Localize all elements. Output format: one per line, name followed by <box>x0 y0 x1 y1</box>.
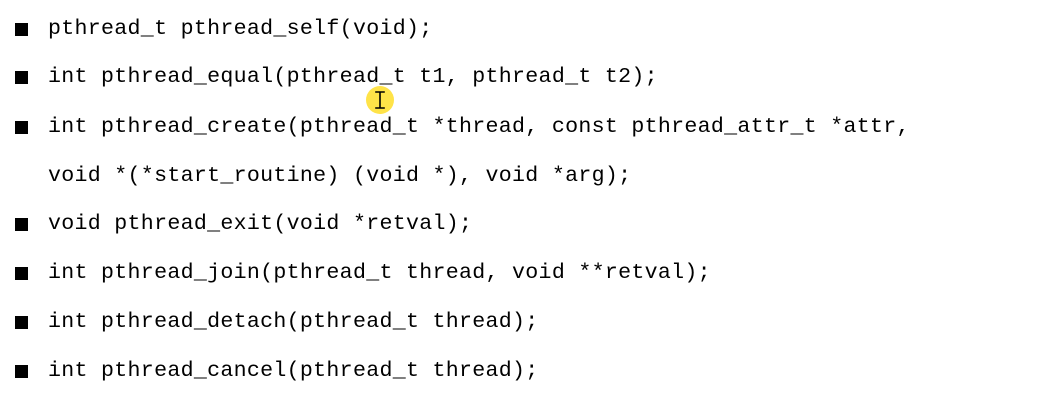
list-item: int pthread_join(pthread_t thread, void … <box>0 256 1045 290</box>
signature-text: int pthread_equal(pthread_t t1, pthread_… <box>48 65 658 89</box>
list-item: int pthread_create(pthread_t *thread, co… <box>0 110 1045 144</box>
square-bullet-icon <box>15 316 28 329</box>
square-bullet-icon <box>15 365 28 378</box>
signature-text: int pthread_create(pthread_t *thread, co… <box>48 115 910 139</box>
text-cursor-icon <box>366 86 394 114</box>
list-item-continuation: void *(*start_routine) (void *), void *a… <box>0 159 1045 193</box>
square-bullet-icon <box>15 23 28 36</box>
square-bullet-icon <box>15 71 28 84</box>
signature-text: void *(*start_routine) (void *), void *a… <box>48 164 632 188</box>
signature-text: pthread_t pthread_self(void); <box>48 17 433 41</box>
list-item: int pthread_cancel(pthread_t thread); <box>0 354 1045 388</box>
signature-text: int pthread_detach(pthread_t thread); <box>48 310 539 334</box>
square-bullet-icon <box>15 218 28 231</box>
i-beam-glyph <box>375 91 385 109</box>
signature-text: int pthread_cancel(pthread_t thread); <box>48 359 539 383</box>
list-item: int pthread_detach(pthread_t thread); <box>0 305 1045 339</box>
function-signature-list: pthread_t pthread_self(void); int pthrea… <box>0 0 1045 400</box>
square-bullet-icon <box>15 121 28 134</box>
signature-text: int pthread_join(pthread_t thread, void … <box>48 261 711 285</box>
slide: pthread_t pthread_self(void); int pthrea… <box>0 0 1045 400</box>
square-bullet-icon <box>15 267 28 280</box>
list-item: int pthread_equal(pthread_t t1, pthread_… <box>0 60 1045 94</box>
list-item: pthread_t pthread_self(void); <box>0 12 1045 46</box>
list-item: void pthread_exit(void *retval); <box>0 207 1045 241</box>
signature-text: void pthread_exit(void *retval); <box>48 212 473 236</box>
